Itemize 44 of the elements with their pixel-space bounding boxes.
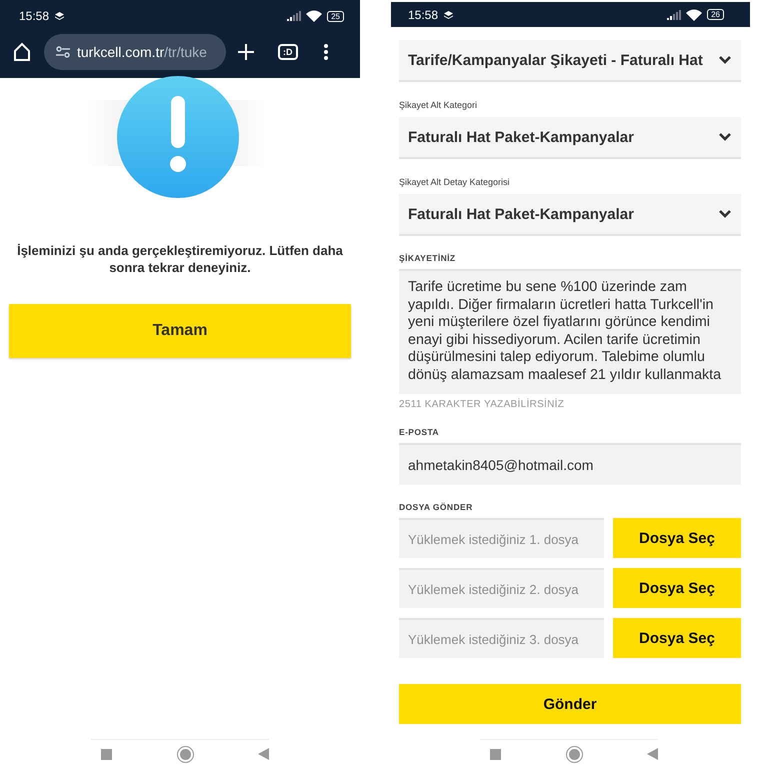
tab-switcher[interactable]: :D xyxy=(278,44,298,60)
site-settings-icon[interactable] xyxy=(56,46,70,58)
file-field[interactable]: Yüklemek istediğiniz 2. dosya xyxy=(399,568,604,608)
layers-icon xyxy=(444,10,454,18)
complaint-field[interactable]: Tarife ücretime bu sene %100 üzerinde zam yapıldı. Diğer firmaların ücretleri hatta Turkcell'in yeni müşterilere özel fiyatlarını görünce kendimi enayi gibi hissediyorum. Acilen tarife ücretimin düşürülmesini talep ediyorum. Talebime olumlu dönüş alamazsam maalesef 21 yıldır kullanmakta xyxy=(399,269,741,394)
new-tab-icon[interactable] xyxy=(238,44,254,60)
field-label: ŞİKAYETİNİZ xyxy=(399,253,457,263)
field-label: Şikayet Alt Detay Kategorisi xyxy=(399,177,511,187)
layers-icon xyxy=(55,12,64,20)
recents-icon[interactable] xyxy=(101,748,112,760)
chevron-icon xyxy=(719,133,731,141)
chevron-icon xyxy=(719,210,731,218)
status-time: 15:58 xyxy=(19,9,50,23)
email-field[interactable]: ahmetakin8405@hotmail.com xyxy=(399,443,741,485)
battery-icon: 26 xyxy=(707,9,724,20)
ok-button[interactable]: Tamam xyxy=(9,304,351,358)
address-bar[interactable]: turkcell.com.tr/tr/tuke xyxy=(44,34,226,70)
character-counter: 2511 KARAKTER YAZABİLİRSİNİZ xyxy=(399,399,566,410)
file-field[interactable]: Yüklemek istediğiniz 3. dosya xyxy=(399,618,604,658)
choose-file-button[interactable]: Dosya Seç xyxy=(613,618,741,658)
chevron-icon xyxy=(719,56,731,64)
status-time: 15:58 xyxy=(408,8,438,22)
back-icon[interactable] xyxy=(647,748,658,760)
signal-icon xyxy=(287,11,302,21)
choose-file-button[interactable]: Dosya Seç xyxy=(613,568,741,608)
field-label: E-POSTA xyxy=(399,427,440,437)
recents-icon[interactable] xyxy=(490,748,501,760)
dropdown[interactable]: Faturalı Hat Paket-Kampanyalar xyxy=(399,194,741,236)
field-label: DOSYA GÖNDER xyxy=(399,502,474,512)
signal-icon xyxy=(667,10,682,20)
wifi-icon xyxy=(686,8,702,20)
choose-file-button[interactable]: Dosya Seç xyxy=(613,518,741,558)
home-icon[interactable] xyxy=(12,42,32,62)
dropdown[interactable]: Tarife/Kampanyalar Şikayeti - Faturalı Hat xyxy=(399,40,741,82)
error-message: İşleminizi şu anda gerçekleştiremiyoruz. Lütfen daha sonra tekrar deneyiniz. xyxy=(16,242,344,276)
menu-icon[interactable] xyxy=(324,44,328,60)
back-icon[interactable] xyxy=(258,748,269,760)
url-text: turkcell.com.tr/tr/tuke xyxy=(77,44,207,60)
wifi-icon xyxy=(306,10,322,22)
submit-button[interactable]: Gönder xyxy=(399,684,741,724)
field-label: Şikayet Alt Kategori xyxy=(399,100,478,110)
dropdown[interactable]: Faturalı Hat Paket-Kampanyalar xyxy=(399,117,741,159)
file-field[interactable]: Yüklemek istediğiniz 1. dosya xyxy=(399,518,604,558)
battery-icon: 25 xyxy=(327,10,344,22)
